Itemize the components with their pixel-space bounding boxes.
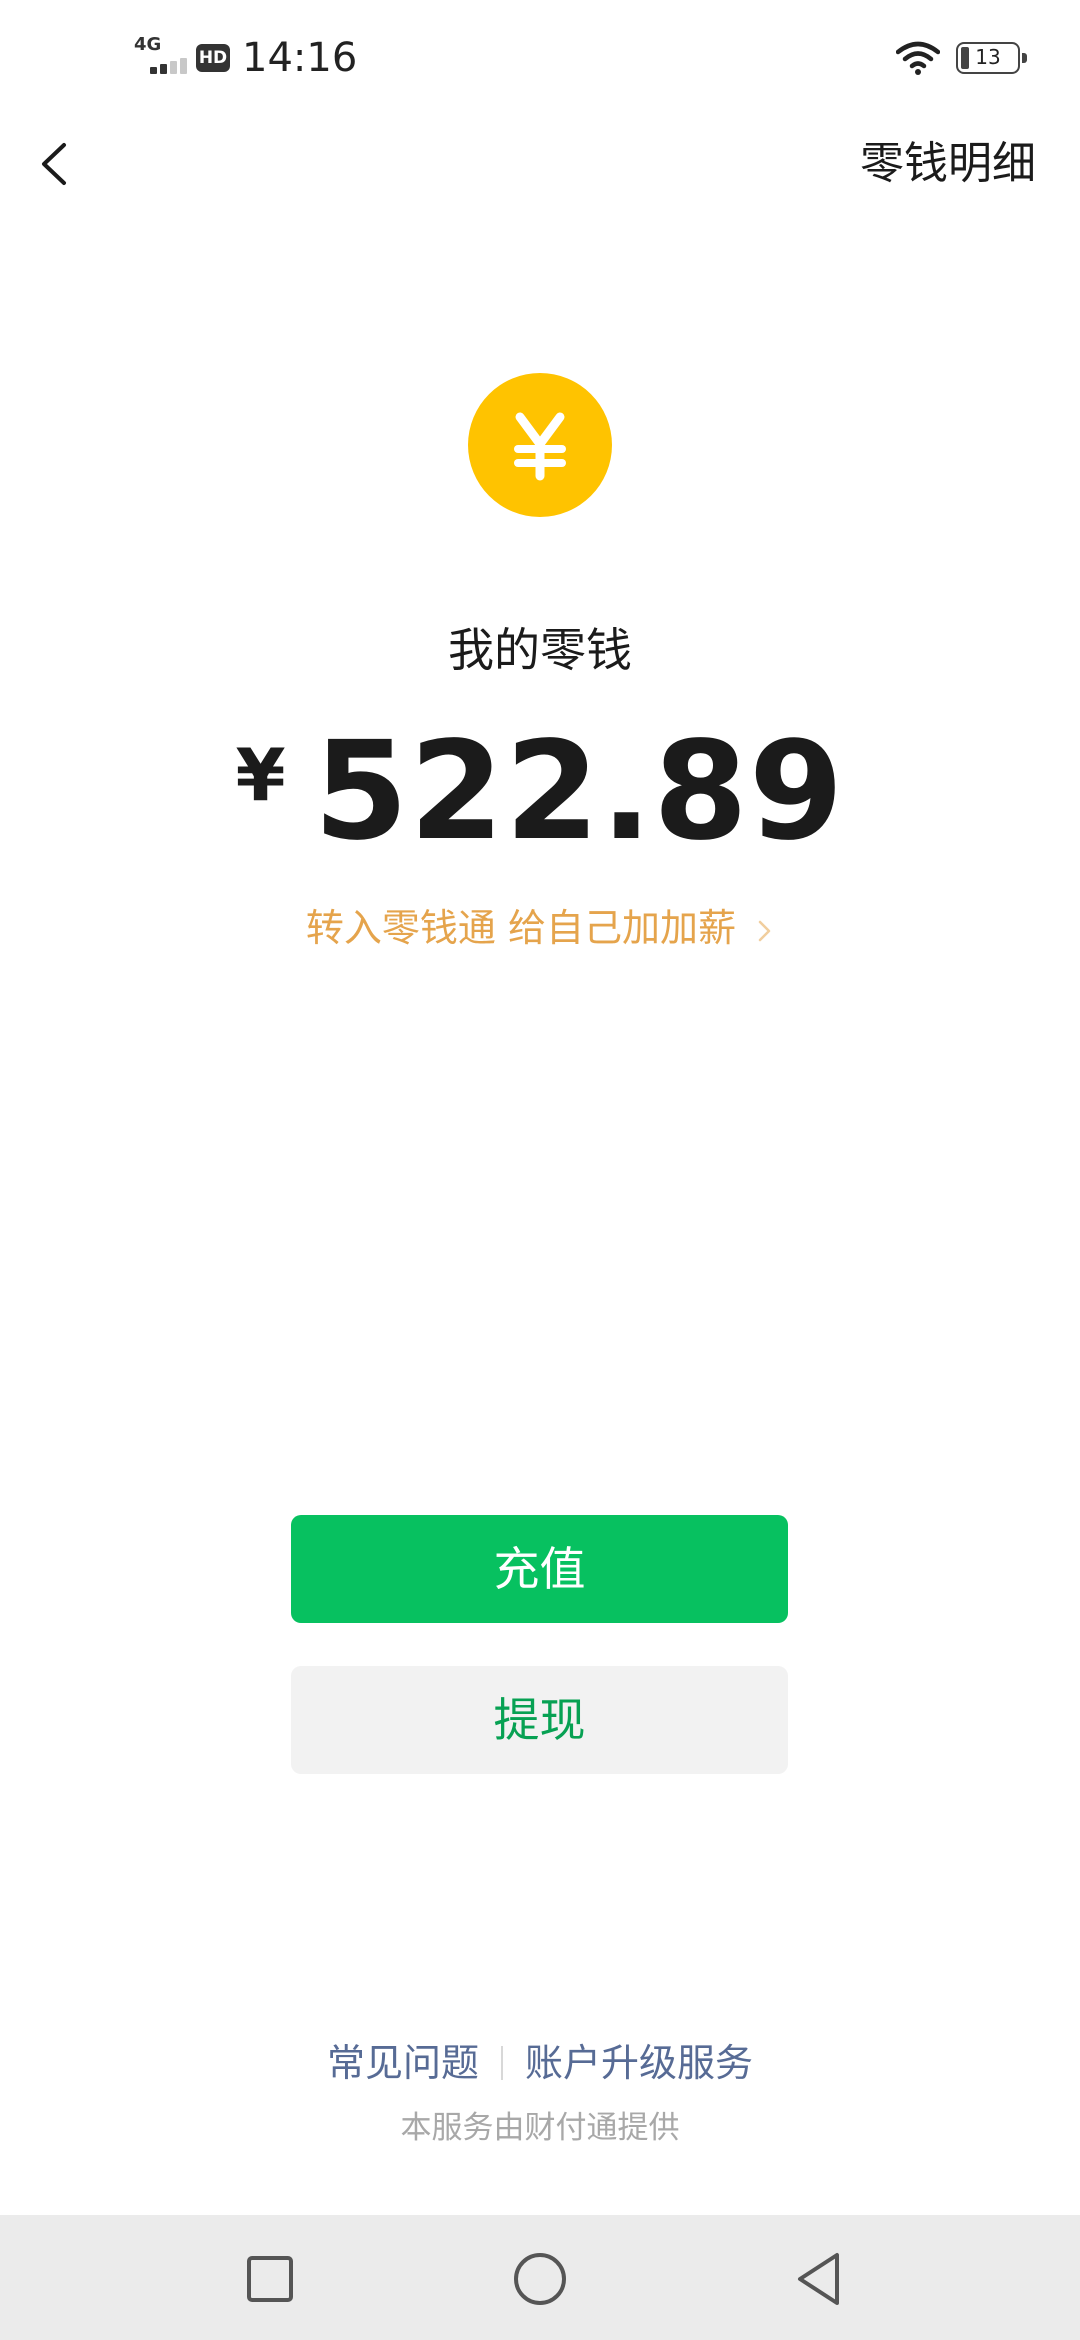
promo-text: 转入零钱通 给自己加加薪 [305,906,736,950]
balance-amount: 522.89 [313,713,845,871]
wallet-screen: 4G HD 14:16 13 零钱明细 我的零钱 ¥ 522.89 转入零钱通 … [0,0,1080,2340]
chevron-left-icon [42,143,66,185]
circle-icon[interactable] [508,2247,572,2311]
balance-display: ¥522.89 [0,700,1080,908]
balance-label: 我的零钱 [448,623,632,677]
service-provider-note: 本服务由财付通提供 [400,2110,680,2146]
footer-divider [501,2045,503,2080]
wifi-icon [896,41,940,75]
currency-symbol: ¥ [235,733,286,817]
clock: 14:16 [242,35,358,81]
system-navigation-bar [0,2215,1080,2340]
battery-icon: 13 [956,42,1027,74]
lingqiantong-promo-link[interactable]: 转入零钱通 给自己加加薪 [0,900,1080,956]
triangle-back-icon[interactable] [788,2247,852,2311]
signal-bars-icon [150,58,194,74]
status-bar: 4G HD 14:16 13 [0,0,1080,120]
square-icon[interactable] [238,2247,302,2311]
yuan-coin-icon [468,373,612,517]
battery-level: 13 [975,45,1001,69]
recharge-button[interactable]: 充值 [291,1515,788,1623]
signal-indicator: 4G [134,36,192,76]
withdraw-button[interactable]: 提现 [291,1666,788,1774]
hd-badge: HD [196,44,230,72]
faq-link[interactable]: 常见问题 [327,2033,479,2093]
balance-details-link[interactable]: 零钱明细 [860,136,1036,192]
back-button[interactable] [22,128,92,198]
chevron-right-icon [758,920,771,941]
account-upgrade-link[interactable]: 账户升级服务 [525,2033,753,2093]
network-type: 4G [134,34,162,55]
footer-links: 常见问题 账户升级服务 [0,2030,1080,2093]
